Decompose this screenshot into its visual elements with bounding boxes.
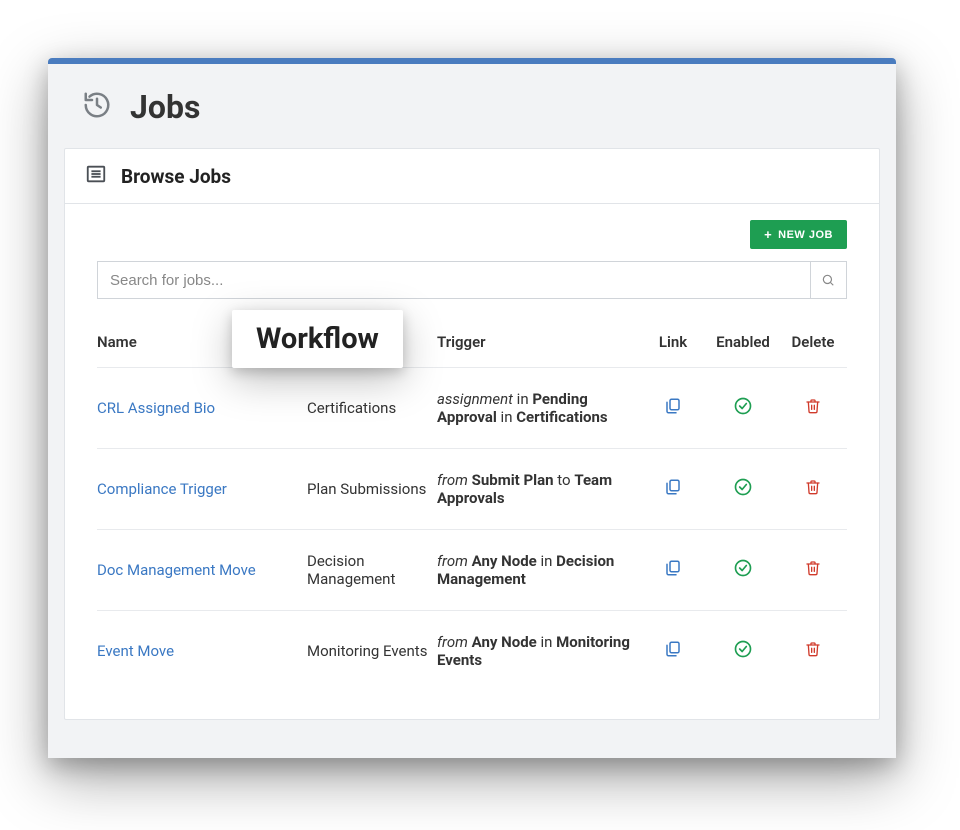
copy-link-icon[interactable] bbox=[664, 644, 682, 662]
tooltip-workflow: Workflow bbox=[232, 310, 403, 368]
job-name-link[interactable]: Event Move bbox=[97, 642, 174, 660]
search-button[interactable] bbox=[810, 262, 846, 298]
col-header-trigger[interactable]: Trigger bbox=[437, 323, 647, 368]
workflow-cell: Monitoring Events bbox=[307, 611, 437, 692]
new-job-label: NEW JOB bbox=[778, 229, 833, 241]
workflow-cell: Decision Management bbox=[307, 530, 437, 611]
table-row: CRL Assigned Bio Certificationsassignment… bbox=[97, 368, 847, 449]
page-title: Jobs bbox=[130, 88, 200, 126]
copy-link-icon[interactable] bbox=[664, 563, 682, 581]
delete-trash-icon[interactable] bbox=[805, 401, 821, 419]
workflow-cell: Certifications bbox=[307, 368, 437, 449]
trigger-cell: from Submit Plan to Team Approvals bbox=[437, 449, 647, 530]
app-window: Jobs Browse Jobs + NEW JOB bbox=[48, 58, 896, 758]
table-row: Event Move Monitoring Eventsfrom Any Node… bbox=[97, 611, 847, 692]
job-name-link[interactable]: Doc Management Move bbox=[97, 561, 256, 579]
enabled-check-icon[interactable] bbox=[733, 564, 753, 582]
panel-header: Browse Jobs bbox=[65, 149, 879, 204]
col-header-delete: Delete bbox=[787, 323, 847, 368]
browse-jobs-panel: Browse Jobs + NEW JOB bbox=[64, 148, 880, 720]
page-header: Jobs bbox=[48, 64, 896, 148]
job-name-link[interactable]: CRL Assigned Bio bbox=[97, 399, 215, 417]
toolbar: + NEW JOB bbox=[97, 220, 847, 249]
history-icon bbox=[82, 90, 112, 124]
workflow-cell: Plan Submissions bbox=[307, 449, 437, 530]
trigger-cell: from Any Node in Monitoring Events bbox=[437, 611, 647, 692]
panel-body: + NEW JOB Name Workflow bbox=[65, 204, 879, 719]
list-icon bbox=[85, 163, 107, 189]
enabled-check-icon[interactable] bbox=[733, 402, 753, 420]
copy-link-icon[interactable] bbox=[664, 401, 682, 419]
col-header-link: Link bbox=[647, 323, 707, 368]
enabled-check-icon[interactable] bbox=[733, 483, 753, 501]
job-name-link[interactable]: Compliance Trigger bbox=[97, 480, 227, 498]
search-input[interactable] bbox=[98, 262, 810, 298]
table-header-row: Name Workflow Trigger Link Enabled Delet… bbox=[97, 323, 847, 368]
copy-link-icon[interactable] bbox=[664, 482, 682, 500]
new-job-button[interactable]: + NEW JOB bbox=[750, 220, 847, 249]
enabled-check-icon[interactable] bbox=[733, 645, 753, 663]
table-row: Doc Management Move Decision Managementfr… bbox=[97, 530, 847, 611]
search-bar bbox=[97, 261, 847, 299]
trigger-cell: from Any Node in Decision Management bbox=[437, 530, 647, 611]
plus-icon: + bbox=[764, 228, 772, 241]
delete-trash-icon[interactable] bbox=[805, 563, 821, 581]
search-icon bbox=[821, 273, 835, 287]
table-row: Compliance Trigger Plan Submissionsfrom S… bbox=[97, 449, 847, 530]
jobs-table: Name Workflow Trigger Link Enabled Delet… bbox=[97, 323, 847, 691]
col-header-enabled: Enabled bbox=[707, 323, 787, 368]
trigger-cell: assignment in Pending Approval in Certif… bbox=[437, 368, 647, 449]
delete-trash-icon[interactable] bbox=[805, 482, 821, 500]
delete-trash-icon[interactable] bbox=[805, 644, 821, 662]
panel-title: Browse Jobs bbox=[121, 165, 231, 188]
